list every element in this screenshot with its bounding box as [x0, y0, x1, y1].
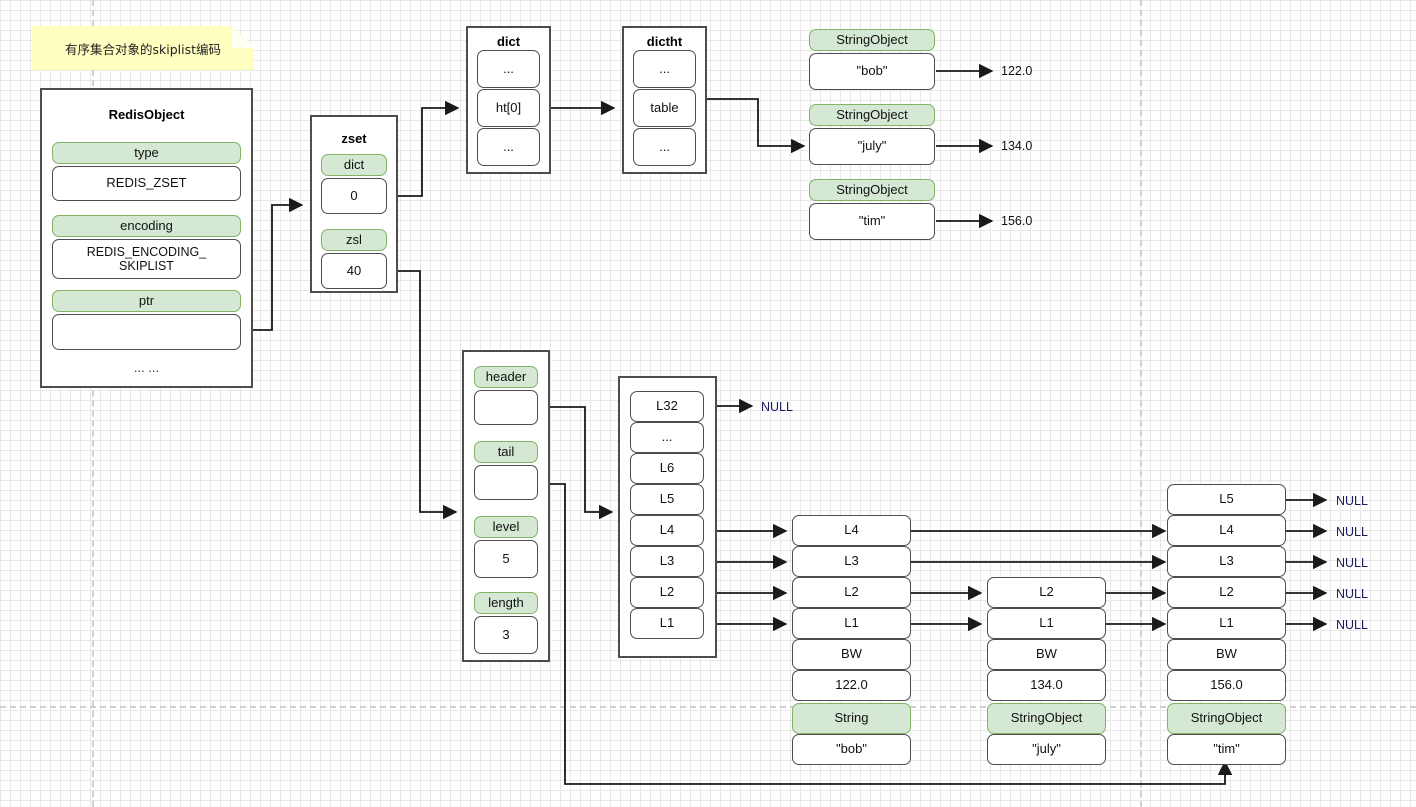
node3-null-l2: NULL [1336, 587, 1368, 601]
node3-backward: BW [1167, 639, 1286, 670]
zset-field-dict-value: 0 [321, 178, 387, 214]
hash-entry-0-label: StringObject [809, 29, 935, 51]
dict-cell-0: ... [477, 50, 540, 88]
node1-level-l1: L1 [792, 608, 911, 639]
redisobject-field-type-label: type [52, 142, 241, 164]
header-node-level-l3: L3 [630, 546, 704, 577]
dict-cell-2: ... [477, 128, 540, 166]
node3-level-l3: L3 [1167, 546, 1286, 577]
hash-entry-1-score: 134.0 [1001, 139, 1033, 153]
redisobject-field-encoding-value: REDIS_ENCODING_ SKIPLIST [52, 239, 241, 279]
hash-entry-2-label: StringObject [809, 179, 935, 201]
zset-field-dict-label: dict [321, 154, 387, 176]
node3-null-l4: NULL [1336, 525, 1368, 539]
hash-entry-1-label: StringObject [809, 104, 935, 126]
zskiplist-field-tail-label: tail [474, 441, 538, 463]
link-zsl-to-zskiplist [388, 270, 458, 520]
node3-level-l5: L5 [1167, 484, 1286, 515]
node3-level-l1: L1 [1167, 608, 1286, 639]
node3-null-l3: NULL [1336, 556, 1368, 570]
dictht-cell-2: ... [633, 128, 696, 166]
node2-object-label: StringObject [987, 703, 1106, 734]
link-zset-dict-to-dict [388, 100, 460, 197]
node3-null-l1: NULL [1336, 618, 1368, 632]
node2-level-l2: L2 [987, 577, 1106, 608]
header-node-level-l1: L1 [630, 608, 704, 639]
header-node-level-l5: L5 [630, 484, 704, 515]
redisobject-field-ptr-label: ptr [52, 290, 241, 312]
dictht-cell-table: table [633, 89, 696, 127]
node3-level-l4: L4 [1167, 515, 1286, 546]
node2-score: 134.0 [987, 670, 1106, 701]
header-node-level-l32: L32 [630, 391, 704, 422]
page-break-vertical-2 [1140, 0, 1142, 807]
hash-entry-2-key: "tim" [809, 203, 935, 240]
dictht-cell-0: ... [633, 50, 696, 88]
zskiplist-field-header-value [474, 390, 538, 425]
node1-backward: BW [792, 639, 911, 670]
node2-level-l1: L1 [987, 608, 1106, 639]
node3-object-label: StringObject [1167, 703, 1286, 734]
hash-entry-0-score: 122.0 [1001, 64, 1033, 78]
node1-object-value: "bob" [792, 734, 911, 765]
node1-object-label: String [792, 703, 911, 734]
zset-field-zsl-value: 40 [321, 253, 387, 289]
node2-object-value: "july" [987, 734, 1106, 765]
node3-score: 156.0 [1167, 670, 1286, 701]
header-node-level-l4: L4 [630, 515, 704, 546]
node3-level-l2: L2 [1167, 577, 1286, 608]
zset-title: zset [341, 131, 367, 146]
zskiplist-field-header-label: header [474, 366, 538, 388]
node3-object-value: "tim" [1167, 734, 1286, 765]
hash-entry-2-score: 156.0 [1001, 214, 1033, 228]
node1-level-l4: L4 [792, 515, 911, 546]
dict-title: dict [496, 34, 521, 49]
node3-null-l5: NULL [1336, 494, 1368, 508]
redisobject-field-ptr-value [52, 314, 241, 350]
header-node-null-label: NULL [761, 400, 793, 414]
dictht-title: dictht [646, 34, 683, 49]
zskiplist-field-length-value: 3 [474, 616, 538, 654]
note-text: 有序集合对象的skiplist编码 [64, 41, 222, 57]
zskiplist-field-tail-value [474, 465, 538, 500]
node1-level-l2: L2 [792, 577, 911, 608]
redisobject-field-encoding-label: encoding [52, 215, 241, 237]
header-node-level-ellipsis: ... [630, 422, 704, 453]
node1-level-l3: L3 [792, 546, 911, 577]
redisobject-title: RedisObject [108, 107, 185, 122]
node1-score: 122.0 [792, 670, 911, 701]
redisobject-field-type-value: REDIS_ZSET [52, 166, 241, 201]
hash-entry-0-key: "bob" [809, 53, 935, 90]
hash-entry-1-key: "july" [809, 128, 935, 165]
zskiplist-field-level-value: 5 [474, 540, 538, 578]
redisobject-ellipsis: ... ... [133, 359, 160, 375]
zskiplist-field-level-label: level [474, 516, 538, 538]
header-node-level-l6: L6 [630, 453, 704, 484]
sticky-note: 有序集合对象的skiplist编码 [32, 26, 254, 70]
zset-field-zsl-label: zsl [321, 229, 387, 251]
node2-backward: BW [987, 639, 1106, 670]
zskiplist-field-length-label: length [474, 592, 538, 614]
dict-cell-ht0: ht[0] [477, 89, 540, 127]
link-table-to-stringobject-july [700, 98, 806, 154]
header-node-level-l2: L2 [630, 577, 704, 608]
